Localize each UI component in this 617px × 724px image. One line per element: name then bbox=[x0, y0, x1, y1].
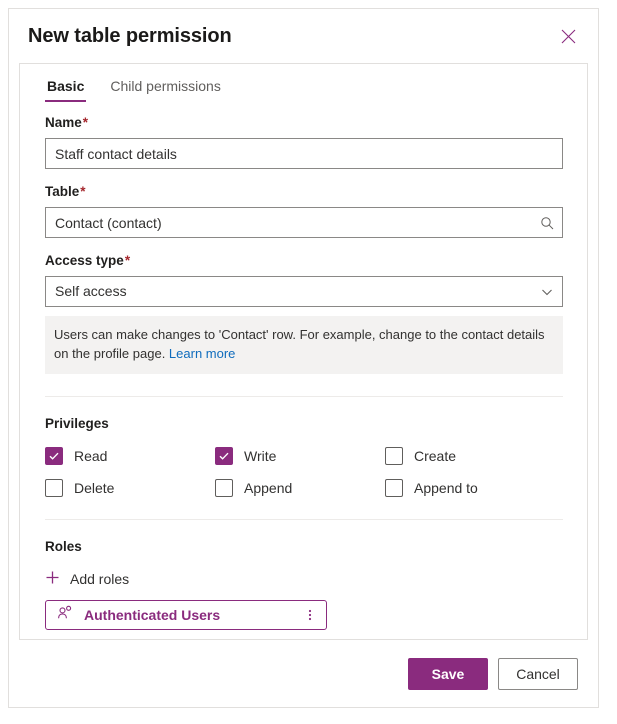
close-button[interactable] bbox=[552, 20, 584, 52]
role-chip-authenticated-users[interactable]: Authenticated Users bbox=[45, 600, 327, 630]
field-name: Name* bbox=[45, 114, 563, 169]
table-label-text: Table bbox=[45, 184, 80, 199]
divider-roles bbox=[45, 519, 563, 520]
access-type-info-message: Users can make changes to 'Contact' row.… bbox=[45, 316, 563, 374]
access-type-required-marker: * bbox=[124, 253, 131, 268]
table-input[interactable] bbox=[46, 208, 532, 237]
access-type-value: Self access bbox=[55, 283, 127, 299]
tab-child-permissions[interactable]: Child permissions bbox=[108, 78, 222, 102]
tab-child-permissions-label: Child permissions bbox=[110, 78, 221, 94]
form-panel: Basic Child permissions Name* Table* bbox=[19, 63, 588, 640]
plus-icon bbox=[45, 570, 60, 588]
new-table-permission-dialog: New table permission Basic Child permiss… bbox=[8, 8, 599, 708]
table-input-wrap bbox=[45, 207, 563, 238]
access-type-label-text: Access type bbox=[45, 253, 124, 268]
name-label-text: Name bbox=[45, 115, 82, 130]
privilege-append-label: Append bbox=[244, 480, 293, 496]
privilege-append[interactable]: Append bbox=[215, 479, 385, 497]
table-required-marker: * bbox=[80, 184, 86, 199]
page-title: New table permission bbox=[28, 25, 232, 47]
save-button[interactable]: Save bbox=[408, 657, 488, 690]
checkbox-append[interactable] bbox=[215, 479, 233, 497]
privilege-write[interactable]: Write bbox=[215, 447, 385, 465]
name-input[interactable] bbox=[46, 139, 562, 168]
access-type-label: Access type* bbox=[45, 252, 563, 270]
dialog-header: New table permission bbox=[9, 9, 598, 63]
info-text: Users can make changes to 'Contact' row.… bbox=[54, 327, 545, 361]
checkbox-delete[interactable] bbox=[45, 479, 63, 497]
field-table: Table* bbox=[45, 183, 563, 238]
privileges-grid: Read Write Create Delete Append Append t… bbox=[45, 447, 563, 497]
close-icon bbox=[561, 29, 576, 44]
privilege-append-to[interactable]: Append to bbox=[385, 479, 555, 497]
checkbox-append-to[interactable] bbox=[385, 479, 403, 497]
tab-basic[interactable]: Basic bbox=[45, 78, 87, 102]
add-roles-button[interactable]: Add roles bbox=[45, 570, 129, 588]
person-role-icon bbox=[57, 605, 73, 626]
checkbox-read[interactable] bbox=[45, 447, 63, 465]
chevron-down-icon bbox=[532, 277, 562, 306]
privilege-append-to-label: Append to bbox=[414, 480, 478, 496]
tab-list: Basic Child permissions bbox=[20, 64, 587, 102]
privilege-create-label: Create bbox=[414, 448, 457, 464]
privileges-title: Privileges bbox=[45, 416, 109, 431]
cancel-button[interactable]: Cancel bbox=[498, 657, 578, 690]
privilege-create[interactable]: Create bbox=[385, 447, 555, 465]
table-label: Table* bbox=[45, 183, 563, 201]
add-roles-label: Add roles bbox=[70, 571, 130, 587]
checkbox-create[interactable] bbox=[385, 447, 403, 465]
form-body: Name* Table* bbox=[20, 102, 587, 630]
name-required-marker: * bbox=[82, 115, 89, 130]
privilege-delete[interactable]: Delete bbox=[45, 479, 215, 497]
role-chip-label: Authenticated Users bbox=[84, 607, 221, 623]
checkbox-write[interactable] bbox=[215, 447, 233, 465]
dialog-footer: Save Cancel bbox=[9, 640, 598, 707]
privilege-read[interactable]: Read bbox=[45, 447, 215, 465]
search-icon[interactable] bbox=[532, 208, 562, 237]
field-access-type: Access type* Self access bbox=[45, 252, 563, 307]
more-vertical-icon[interactable] bbox=[300, 603, 320, 627]
access-type-select[interactable]: Self access bbox=[45, 276, 563, 307]
roles-title: Roles bbox=[45, 539, 82, 554]
privilege-read-label: Read bbox=[74, 448, 108, 464]
tab-basic-label: Basic bbox=[47, 78, 85, 94]
divider-privileges bbox=[45, 396, 563, 397]
name-input-wrap bbox=[45, 138, 563, 169]
learn-more-link[interactable]: Learn more bbox=[169, 346, 235, 361]
name-label: Name* bbox=[45, 114, 563, 132]
privilege-write-label: Write bbox=[244, 448, 277, 464]
privilege-delete-label: Delete bbox=[74, 480, 115, 496]
